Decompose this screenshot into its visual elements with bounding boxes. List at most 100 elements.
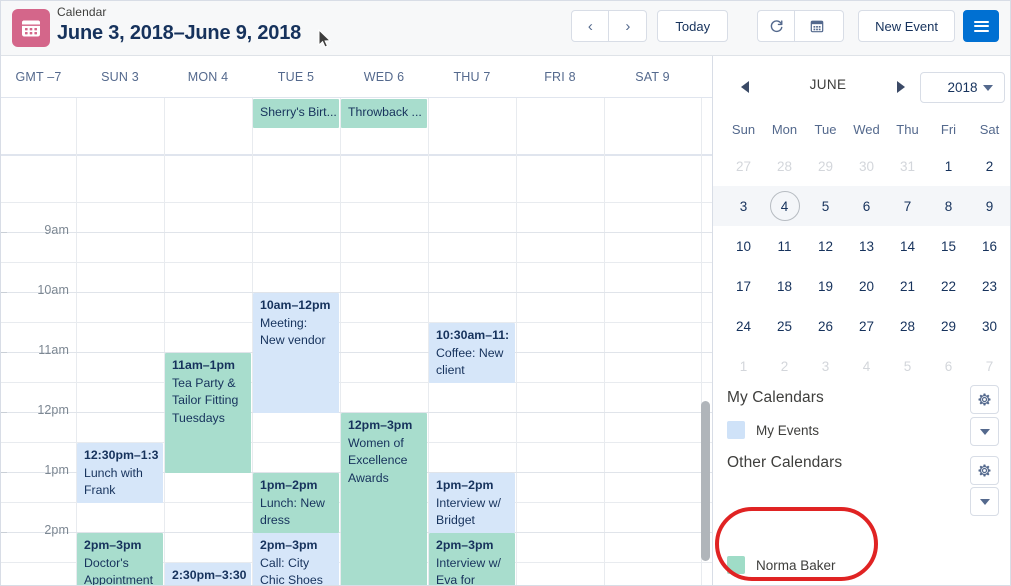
- year-value: 2018: [947, 80, 978, 95]
- calendar-event[interactable]: 2pm–3pm Doctor's Appointment: [77, 533, 163, 585]
- mini-calendar-day-11[interactable]: 11: [764, 226, 805, 266]
- norma-baker-dropdown-button[interactable]: [970, 487, 999, 516]
- mini-calendar-day-10[interactable]: 10: [723, 226, 764, 266]
- refresh-button[interactable]: [757, 10, 796, 42]
- other-calendars-settings-button[interactable]: [970, 456, 999, 485]
- mini-calendar-day-8[interactable]: 8: [928, 186, 969, 226]
- calendar-event[interactable]: 2:30pm–3:30Sales Team Meeting: [165, 563, 251, 585]
- day-header-tue-5[interactable]: TUE 5: [252, 56, 340, 98]
- calendar-item-norma-baker[interactable]: Norma Baker: [727, 556, 836, 574]
- column-divider: [604, 98, 605, 156]
- mini-calendar-day-27[interactable]: 27: [846, 306, 887, 346]
- mini-calendar-day-21[interactable]: 21: [887, 266, 928, 306]
- mini-calendar-day-27[interactable]: 27: [723, 146, 764, 186]
- mini-calendar-day-16[interactable]: 16: [969, 226, 1010, 266]
- hour-label-11am: 11am: [38, 343, 69, 357]
- calendar-sidebar: JUNE 2018 Sun Mon Tue Wed Thu Fri Sat 27 28 29 30 3…: [713, 56, 1010, 585]
- all-day-event[interactable]: Throwback ...: [341, 99, 427, 128]
- mini-calendar-day-31[interactable]: 31: [887, 146, 928, 186]
- my-events-dropdown-button[interactable]: [970, 417, 999, 446]
- calendar-event[interactable]: 2pm–3pm Call: City Chic Shoes: [253, 533, 339, 585]
- week-nav-group: ‹ ›: [571, 10, 648, 42]
- triangle-left-icon: [741, 81, 749, 93]
- mini-calendar-day-19[interactable]: 19: [805, 266, 846, 306]
- mini-calendar-day-26[interactable]: 26: [805, 306, 846, 346]
- mini-calendar-day-15[interactable]: 15: [928, 226, 969, 266]
- week-grid: GMT –7 SUN 3 MON 4 TUE 5 WED 6 THU 7 FRI 8 SAT …: [1, 56, 713, 585]
- day-header-wed-6[interactable]: WED 6: [340, 56, 428, 98]
- next-week-button[interactable]: ›: [609, 10, 648, 42]
- mini-calendar-day-5[interactable]: 5: [887, 346, 928, 386]
- mini-calendar-day-30[interactable]: 30: [969, 306, 1010, 346]
- mini-calendar-day-13[interactable]: 13: [846, 226, 887, 266]
- mini-calendar-day-1[interactable]: 1: [723, 346, 764, 386]
- year-select[interactable]: 2018: [920, 72, 1005, 103]
- mini-calendar-day-4[interactable]: 4: [846, 346, 887, 386]
- mini-calendar-day-12[interactable]: 12: [805, 226, 846, 266]
- mini-calendar-day-28[interactable]: 28: [887, 306, 928, 346]
- mini-calendar-dow-sun: Sun: [731, 122, 756, 137]
- calendar-event[interactable]: 1pm–2pm Lunch: New dress: [253, 473, 339, 533]
- mini-calendar-dow-tue: Tue: [814, 122, 837, 137]
- mini-calendar-day-6[interactable]: 6: [928, 346, 969, 386]
- all-day-event[interactable]: Sherry's Birt...: [253, 99, 339, 128]
- mini-calendar-day-6[interactable]: 6: [846, 186, 887, 226]
- calendar-event[interactable]: 2pm–3pm Interview w/ Eva for: [429, 533, 515, 585]
- mini-calendar-day-3[interactable]: 3: [723, 186, 764, 226]
- mini-calendar-day-7[interactable]: 7: [887, 186, 928, 226]
- new-event-button[interactable]: New Event: [858, 10, 955, 42]
- mini-calendar-day-20[interactable]: 20: [846, 266, 887, 306]
- day-header-thu-7[interactable]: THU 7: [428, 56, 516, 98]
- calendar-event[interactable]: 10am–12pm Meeting: New vendor: [253, 293, 339, 413]
- event-title: Coffee: New client: [436, 345, 504, 378]
- mini-calendar-day-14[interactable]: 14: [887, 226, 928, 266]
- mini-calendar-next-button[interactable]: [894, 80, 906, 99]
- mini-calendar-day-29[interactable]: 29: [805, 146, 846, 186]
- hour-line: [1, 232, 712, 233]
- day-header-sun-3[interactable]: SUN 3: [76, 56, 164, 98]
- mini-calendar-day-2[interactable]: 2: [969, 146, 1010, 186]
- mini-calendar-day-7[interactable]: 7: [969, 346, 1010, 386]
- day-header-mon-4[interactable]: MON 4: [164, 56, 252, 98]
- event-title: Women of Excellence Awards: [348, 435, 408, 485]
- mini-calendar-day-2[interactable]: 2: [764, 346, 805, 386]
- mini-calendar-day-9[interactable]: 9: [969, 186, 1010, 226]
- calendar-item-my-events[interactable]: My Events: [727, 421, 819, 439]
- mini-calendar-day-30[interactable]: 30: [846, 146, 887, 186]
- mini-calendar-day-29[interactable]: 29: [928, 306, 969, 346]
- day-header-fri-8[interactable]: FRI 8: [516, 56, 604, 98]
- mini-calendar-dow-row: Sun Mon Tue Wed Thu Fri Sat: [713, 113, 1010, 146]
- previous-week-button[interactable]: ‹: [571, 10, 610, 42]
- mini-calendar-day-23[interactable]: 23: [969, 266, 1010, 306]
- mini-calendar-week-row: 17 18 19 20 21 22 23: [713, 266, 1010, 306]
- mini-calendar-day-4[interactable]: 4: [764, 186, 805, 226]
- mini-calendar-day-28[interactable]: 28: [764, 146, 805, 186]
- day-header-sat-9[interactable]: SAT 9: [604, 56, 701, 98]
- object-label: Calendar: [57, 5, 107, 19]
- calendar-event[interactable]: 10:30am–11: Coffee: New client: [429, 323, 515, 383]
- chevron-right-icon: ›: [625, 17, 631, 35]
- calendar-menu-button[interactable]: [963, 10, 999, 42]
- my-calendars-settings-button[interactable]: [970, 385, 999, 414]
- today-button[interactable]: Today: [657, 10, 729, 42]
- mini-calendar-day-17[interactable]: 17: [723, 266, 764, 306]
- mini-calendar-day-1[interactable]: 1: [928, 146, 969, 186]
- grid-vertical-scrollbar[interactable]: [701, 401, 710, 561]
- event-time: 11am–1pm: [172, 358, 235, 372]
- chevron-left-icon: ‹: [587, 17, 593, 35]
- column-divider: [516, 98, 517, 156]
- calendar-name: Norma Baker: [756, 557, 836, 573]
- mini-calendar-prev-button[interactable]: [740, 80, 752, 99]
- mini-calendar-day-5[interactable]: 5: [805, 186, 846, 226]
- mini-calendar-day-22[interactable]: 22: [928, 266, 969, 306]
- mini-calendar-day-3[interactable]: 3: [805, 346, 846, 386]
- hour-label-10am: 10am: [37, 283, 69, 297]
- calendar-event[interactable]: 1pm–2pm Interview w/ Bridget: [429, 473, 515, 533]
- calendar-event[interactable]: 12:30pm–1:3 Lunch with Frank: [77, 443, 163, 503]
- mini-calendar-day-25[interactable]: 25: [764, 306, 805, 346]
- calendar-event[interactable]: 12pm–3pm Women of Excellence Awards: [341, 413, 427, 585]
- calendar-event[interactable]: 11am–1pm Tea Party & Tailor Fitting Tuesd…: [165, 353, 251, 473]
- view-picker-button[interactable]: [795, 10, 845, 42]
- mini-calendar-day-18[interactable]: 18: [764, 266, 805, 306]
- mini-calendar-day-24[interactable]: 24: [723, 306, 764, 346]
